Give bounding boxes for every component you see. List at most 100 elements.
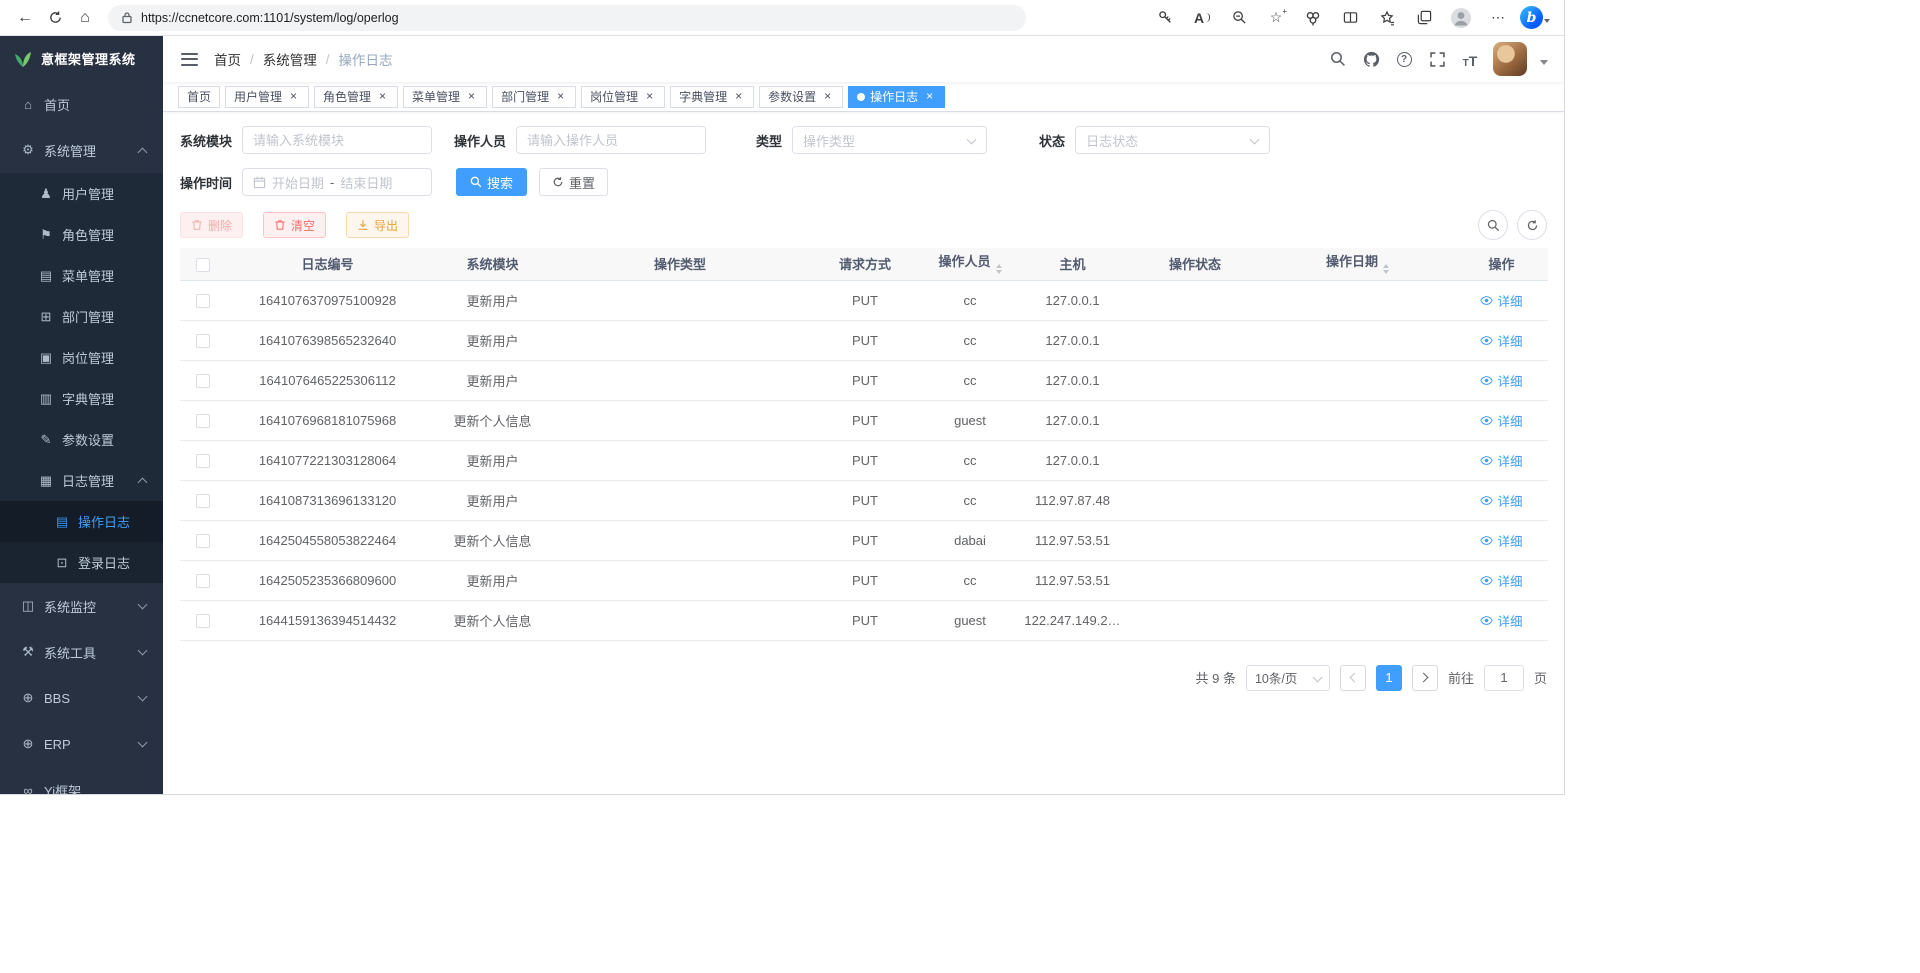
close-icon[interactable]: × xyxy=(554,90,567,103)
refresh-table-button[interactable] xyxy=(1517,210,1547,240)
breadcrumb-item[interactable]: 系统管理 xyxy=(263,49,317,69)
operator-input[interactable] xyxy=(516,126,706,154)
split-screen-icon[interactable] xyxy=(1333,4,1367,32)
sidebar-item-post[interactable]: ▣岗位管理 xyxy=(0,337,163,378)
sidebar-item-loginlog[interactable]: ⊡登录日志 xyxy=(0,542,163,583)
search-button[interactable]: 搜索 xyxy=(456,168,527,196)
close-icon[interactable]: × xyxy=(923,90,936,103)
font-size-icon[interactable]: TT xyxy=(1460,49,1480,69)
sidebar-item-log[interactable]: ▦日志管理 xyxy=(0,460,163,501)
row-checkbox[interactable] xyxy=(196,614,210,628)
password-key-icon[interactable] xyxy=(1148,4,1182,32)
type-select[interactable]: 操作类型 xyxy=(792,126,987,154)
back-button[interactable]: ← xyxy=(10,4,40,32)
module-input[interactable] xyxy=(242,126,432,154)
sidebar-item-user[interactable]: ♟用户管理 xyxy=(0,173,163,214)
app-logo[interactable]: 意框架管理系统 xyxy=(0,36,163,81)
prev-page-button[interactable] xyxy=(1340,665,1366,691)
tab-dept[interactable]: 部门管理× xyxy=(492,86,576,108)
fullscreen-icon[interactable] xyxy=(1427,49,1447,69)
refresh-button[interactable] xyxy=(40,4,70,32)
sidebar-item-tool[interactable]: ⚒系统工具 xyxy=(0,629,163,675)
detail-link[interactable]: 详细 xyxy=(1480,291,1522,310)
search-icon[interactable] xyxy=(1328,49,1348,69)
reset-button[interactable]: 重置 xyxy=(539,168,608,196)
detail-link[interactable]: 详细 xyxy=(1480,331,1522,350)
clear-button[interactable]: 清空 xyxy=(263,212,326,238)
tab-user[interactable]: 用户管理× xyxy=(225,86,309,108)
close-icon[interactable]: × xyxy=(465,90,478,103)
tab-config[interactable]: 参数设置× xyxy=(759,86,843,108)
sidebar-item-operlog[interactable]: ▤操作日志 xyxy=(0,501,163,542)
detail-link[interactable]: 详细 xyxy=(1480,571,1522,590)
breadcrumb-item[interactable]: 首页 xyxy=(214,49,241,69)
tab-home[interactable]: 首页 xyxy=(178,86,220,108)
favorites-bar-icon[interactable] xyxy=(1370,4,1404,32)
tab-operlog[interactable]: 操作日志× xyxy=(848,86,945,108)
row-checkbox[interactable] xyxy=(196,574,210,588)
home-button[interactable]: ⌂ xyxy=(70,4,100,32)
detail-link[interactable]: 详细 xyxy=(1480,611,1522,630)
row-checkbox[interactable] xyxy=(196,494,210,508)
sort-icon[interactable] xyxy=(996,261,1002,277)
avatar-caret-icon[interactable] xyxy=(1540,60,1548,69)
sidebar-item-config[interactable]: ✎参数设置 xyxy=(0,419,163,460)
row-checkbox[interactable] xyxy=(196,454,210,468)
zoom-out-icon[interactable] xyxy=(1222,4,1256,32)
close-icon[interactable]: × xyxy=(287,90,300,103)
column-header[interactable]: 操作日期 xyxy=(1260,248,1455,280)
next-page-button[interactable] xyxy=(1412,665,1438,691)
sidebar-item-erp[interactable]: ⊕ERP xyxy=(0,721,163,767)
read-aloud-icon[interactable]: A xyxy=(1185,4,1219,32)
row-checkbox[interactable] xyxy=(196,374,210,388)
sidebar-item-monitor[interactable]: ◫系统监控 xyxy=(0,583,163,629)
close-icon[interactable]: × xyxy=(643,90,656,103)
address-bar[interactable]: https://ccnetcore.com:1101/system/log/op… xyxy=(108,5,1026,31)
sort-icon[interactable] xyxy=(1383,261,1389,277)
close-icon[interactable]: × xyxy=(821,90,834,103)
help-icon[interactable]: ? xyxy=(1394,49,1414,69)
detail-link[interactable]: 详细 xyxy=(1480,371,1522,390)
detail-link[interactable]: 详细 xyxy=(1480,531,1522,550)
hamburger-icon[interactable] xyxy=(181,53,198,66)
github-icon[interactable] xyxy=(1361,49,1381,69)
sidebar-item-dict[interactable]: ▥字典管理 xyxy=(0,378,163,419)
favorite-star-icon[interactable]: ☆+ xyxy=(1259,4,1293,32)
detail-link[interactable]: 详细 xyxy=(1480,411,1522,430)
more-options-icon[interactable]: ⋯ xyxy=(1481,4,1515,32)
browser-essentials-icon[interactable] xyxy=(1296,4,1330,32)
detail-link[interactable]: 详细 xyxy=(1480,451,1522,470)
close-icon[interactable]: × xyxy=(732,90,745,103)
toggle-search-button[interactable] xyxy=(1478,210,1508,240)
profile-avatar-icon[interactable] xyxy=(1444,4,1478,32)
row-checkbox[interactable] xyxy=(196,334,210,348)
sidebar-item-system[interactable]: ⚙系统管理 xyxy=(0,127,163,173)
select-all-checkbox[interactable] xyxy=(196,258,210,272)
collections-icon[interactable] xyxy=(1407,4,1441,32)
tab-menu[interactable]: 菜单管理× xyxy=(403,86,487,108)
tab-post[interactable]: 岗位管理× xyxy=(581,86,665,108)
sidebar-item-role[interactable]: ⚑角色管理 xyxy=(0,214,163,255)
user-avatar[interactable] xyxy=(1493,42,1527,76)
sidebar-item-bbs[interactable]: ⊕BBS xyxy=(0,675,163,721)
delete-button[interactable]: 删除 xyxy=(180,212,243,238)
sidebar-item-yiframe[interactable]: ∞Yi框架 xyxy=(0,767,163,795)
current-page[interactable]: 1 xyxy=(1376,665,1402,691)
row-checkbox[interactable] xyxy=(196,414,210,428)
goto-page-input[interactable] xyxy=(1484,665,1524,691)
sidebar-item-dept[interactable]: ⊞部门管理 xyxy=(0,296,163,337)
row-checkbox[interactable] xyxy=(196,294,210,308)
date-range-picker[interactable]: 开始日期 - 结束日期 xyxy=(242,168,432,196)
row-checkbox[interactable] xyxy=(196,534,210,548)
column-header[interactable]: 操作人员 xyxy=(925,248,1015,280)
page-size-select[interactable]: 10条/页 xyxy=(1246,665,1330,691)
tab-dict[interactable]: 字典管理× xyxy=(670,86,754,108)
tab-role[interactable]: 角色管理× xyxy=(314,86,398,108)
detail-link[interactable]: 详细 xyxy=(1480,491,1522,510)
close-icon[interactable]: × xyxy=(376,90,389,103)
copilot-icon[interactable]: b xyxy=(1518,4,1552,32)
sidebar-item-menu[interactable]: ▤菜单管理 xyxy=(0,255,163,296)
sidebar-item-home[interactable]: ⌂首页 xyxy=(0,81,163,127)
status-select[interactable]: 日志状态 xyxy=(1075,126,1270,154)
export-button[interactable]: 导出 xyxy=(346,212,409,238)
